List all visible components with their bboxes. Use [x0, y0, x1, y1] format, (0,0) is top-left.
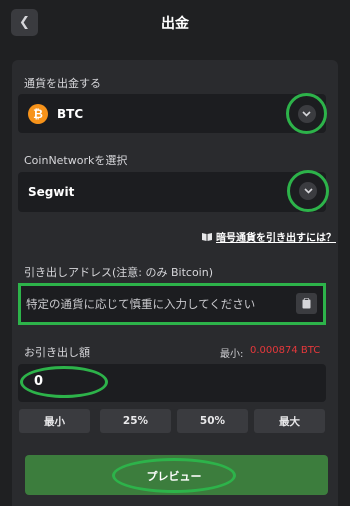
selected-network: Segwit [28, 185, 75, 199]
max-button[interactable]: 最大 [254, 409, 325, 433]
percent-50-button[interactable]: 50% [177, 409, 248, 433]
network-label: CoinNetworkを選択 [24, 154, 128, 167]
page-title: 出金 [161, 16, 189, 32]
min-amount-label: 最小: [220, 349, 244, 360]
address-label: 引き出しアドレス(注意: のみ Bitcoin) [24, 266, 214, 279]
amount-value: 0 [34, 374, 44, 389]
paste-button[interactable] [296, 293, 317, 314]
address-input[interactable]: 特定の通貨に応じて慎重に入力してください [18, 283, 326, 325]
clipboard-icon [302, 298, 311, 309]
min-button[interactable]: 最小 [19, 409, 90, 433]
percent-25-button[interactable]: 25% [100, 409, 171, 433]
address-placeholder: 特定の通貨に応じて慎重に入力してください [26, 297, 256, 311]
bitcoin-icon: ₿ [28, 103, 48, 124]
amount-label: お引き出し額 [24, 346, 90, 359]
book-icon [202, 233, 212, 241]
chevron-down-icon [302, 110, 311, 117]
network-dropdown-ring [287, 170, 329, 212]
preview-button-label: プレビュー [146, 469, 202, 483]
how-to-withdraw-label: 暗号通貨を引き出すには？ [216, 233, 336, 244]
network-select[interactable]: Segwit [18, 172, 326, 212]
how-to-withdraw-link[interactable]: 暗号通貨を引き出すには？ [202, 229, 336, 244]
selected-coin: BTC [57, 106, 84, 121]
chevron-down-icon [303, 188, 313, 194]
min-amount-value: 0.000874 BTC [250, 345, 321, 356]
currency-select[interactable]: ₿ BTC [18, 94, 326, 133]
network-dropdown-button[interactable] [299, 182, 317, 200]
currency-label: 通貨を出金する [24, 77, 101, 90]
currency-dropdown-ring [286, 93, 327, 134]
header-bar: ❮ 出金 [0, 0, 350, 44]
currency-dropdown-button[interactable] [297, 104, 316, 123]
